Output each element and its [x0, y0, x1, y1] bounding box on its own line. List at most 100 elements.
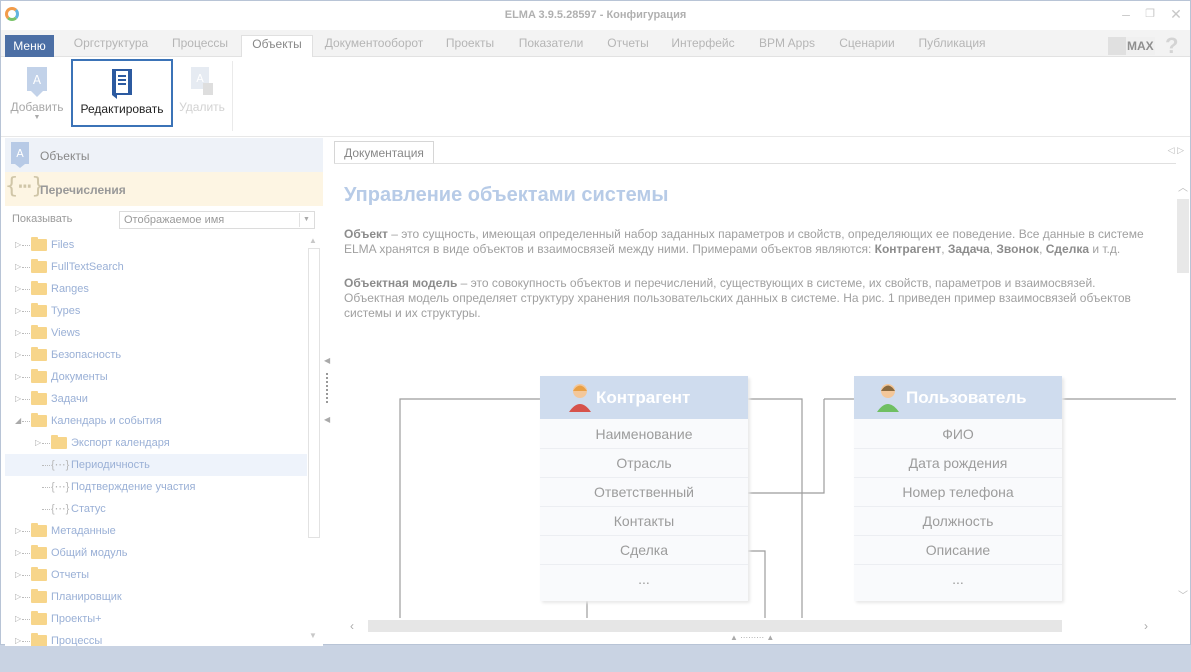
- tree-item[interactable]: ▷ Views: [5, 322, 307, 344]
- bottom-splitter[interactable]: ▲ ⋯⋯⋯ ▲: [730, 633, 774, 642]
- enum-icon: {⋯}: [51, 481, 70, 493]
- show-select[interactable]: Отображаемое имя ▼: [119, 211, 315, 229]
- show-filter: Показывать Отображаемое имя ▼: [5, 208, 323, 232]
- tab-processes[interactable]: Процессы: [161, 35, 239, 57]
- doc-hscroll-thumb[interactable]: [368, 620, 1062, 632]
- folder-icon: [31, 325, 47, 339]
- tree-item-label: Views: [51, 327, 81, 339]
- tab-reports[interactable]: Отчеты: [599, 35, 657, 57]
- card-field: Описание: [854, 536, 1062, 565]
- tree-item[interactable]: ▷ Files: [5, 234, 307, 256]
- title-bar: ELMA 3.9.5.28597 - Конфигурация – ❐ ✕: [1, 1, 1190, 30]
- card-field: ...: [952, 571, 964, 587]
- add-button[interactable]: A Добавить ▼: [5, 59, 69, 127]
- collapse-left-icon[interactable]: ◀: [324, 356, 330, 365]
- scroll-up-icon[interactable]: ︿: [1178, 179, 1188, 194]
- user-person-icon: [877, 384, 899, 412]
- tree-item-label: Безопасность: [51, 349, 122, 361]
- doc-hscrollbar[interactable]: ‹ ›: [334, 618, 1176, 634]
- doc-vscroll-thumb[interactable]: [1177, 199, 1189, 273]
- card-field: ...: [638, 571, 650, 587]
- tab-scenarios[interactable]: Сценарии: [831, 35, 903, 57]
- edit-button[interactable]: Редактировать: [71, 59, 173, 127]
- tree-connector: [22, 597, 30, 598]
- card-field: Отрасль: [540, 449, 748, 478]
- doc-panel: Документация ◁ ▷ Управление объектами си…: [334, 141, 1190, 646]
- card-field: Дата рождения: [854, 449, 1062, 478]
- scroll-up-icon[interactable]: ▲: [309, 236, 317, 245]
- tree-item[interactable]: ◢ Календарь и события: [5, 410, 307, 432]
- object-icon: A: [11, 142, 29, 168]
- minimize-icon[interactable]: –: [1119, 7, 1133, 21]
- close-icon[interactable]: ✕: [1169, 7, 1183, 21]
- tree-item[interactable]: ▷ Безопасность: [5, 344, 307, 366]
- tree-scrollbar[interactable]: ▲ ▼: [307, 234, 321, 646]
- tree-item[interactable]: ▷ Экспорт календаря: [5, 432, 307, 454]
- chevron-down-icon[interactable]: ▼: [299, 213, 313, 227]
- tree-connector: [22, 377, 30, 378]
- tree-item[interactable]: ▷ Планировщик: [5, 586, 307, 608]
- card-contractor-header: Контрагент: [540, 376, 748, 419]
- delete-button[interactable]: A Удалить: [173, 59, 231, 127]
- folder-icon: [31, 523, 47, 537]
- collapse-left-icon-2[interactable]: ◀: [324, 415, 330, 424]
- tree-connector: [42, 509, 50, 510]
- nav-objects[interactable]: A Объекты: [5, 138, 323, 172]
- tab-documentation[interactable]: Документация: [334, 141, 434, 163]
- app-window: ELMA 3.9.5.28597 - Конфигурация – ❐ ✕ Ме…: [0, 0, 1191, 646]
- tab-kpi[interactable]: Показатели: [507, 35, 595, 57]
- tree-item[interactable]: {⋯} Статус: [5, 498, 307, 520]
- tree-item[interactable]: ▷ Ranges: [5, 278, 307, 300]
- tab-documents[interactable]: Документооборот: [315, 35, 433, 57]
- card-field: Должность: [854, 507, 1062, 536]
- tree-scroll-thumb[interactable]: [308, 248, 320, 538]
- tab-interface[interactable]: Интерфейс: [663, 35, 743, 57]
- tree-item[interactable]: ▷ Процессы: [5, 630, 307, 646]
- tab-objects[interactable]: Объекты: [241, 35, 313, 58]
- expand-icon[interactable]: ▷: [15, 630, 25, 646]
- tree-item-label: Общий модуль: [51, 547, 128, 559]
- folder-icon: [31, 259, 47, 273]
- tree-item[interactable]: ▷ Общий модуль: [5, 542, 307, 564]
- card-contractor: Контрагент Наименование Отрасль Ответств…: [540, 376, 748, 601]
- doc-vscrollbar[interactable]: ︿ ﹀: [1176, 163, 1190, 618]
- tab-orgstructure[interactable]: Оргструктура: [63, 35, 159, 57]
- scroll-down-icon[interactable]: ▼: [309, 631, 317, 640]
- tree-item[interactable]: {⋯} Подтверждение участия: [5, 476, 307, 498]
- max-edition-badge: MAX: [1108, 37, 1155, 55]
- splitter-handle[interactable]: [326, 373, 328, 403]
- folder-icon: [31, 281, 47, 295]
- tree-item[interactable]: ▷ Метаданные: [5, 520, 307, 542]
- scroll-left-icon[interactable]: ‹: [350, 619, 354, 633]
- folder-icon: [31, 347, 47, 361]
- tree-item[interactable]: ▷ FullTextSearch: [5, 256, 307, 278]
- tree-connector: [22, 333, 30, 334]
- tab-publication[interactable]: Публикация: [909, 35, 995, 57]
- enum-icon: {⋯}: [51, 503, 70, 515]
- tree-connector: [22, 399, 30, 400]
- tree-connector: [42, 465, 50, 466]
- card-field: Сделка: [540, 536, 748, 565]
- tree-item-label: Задачи: [51, 393, 88, 405]
- card-field: ФИО: [854, 420, 1062, 449]
- tree-item-label: Календарь и события: [51, 415, 162, 427]
- tree-item[interactable]: ▷ Types: [5, 300, 307, 322]
- tab-projects[interactable]: Проекты: [437, 35, 503, 57]
- tree-connector: [42, 487, 50, 488]
- main-menu-button[interactable]: Меню: [5, 35, 54, 57]
- nav-enums[interactable]: {⋯} Перечисления: [5, 172, 323, 206]
- help-icon[interactable]: ?: [1165, 33, 1178, 59]
- maximize-icon[interactable]: ❐: [1143, 7, 1157, 21]
- tree-item[interactable]: ▷ Проекты+: [5, 608, 307, 630]
- tree-item[interactable]: {⋯} Периодичность: [5, 454, 307, 476]
- scroll-down-icon[interactable]: ﹀: [1178, 587, 1188, 602]
- tree-item[interactable]: ▷ Задачи: [5, 388, 307, 410]
- tab-nav-arrows-icon[interactable]: ◁ ▷: [1168, 145, 1184, 156]
- tree-item[interactable]: ▷ Отчеты: [5, 564, 307, 586]
- scroll-right-icon[interactable]: ›: [1144, 619, 1148, 633]
- tree-item[interactable]: ▷ Документы: [5, 366, 307, 388]
- tab-bpm-apps[interactable]: BPM Apps: [749, 35, 825, 57]
- folder-icon: [31, 567, 47, 581]
- svg-text:A: A: [16, 147, 24, 160]
- folder-icon: [31, 413, 47, 427]
